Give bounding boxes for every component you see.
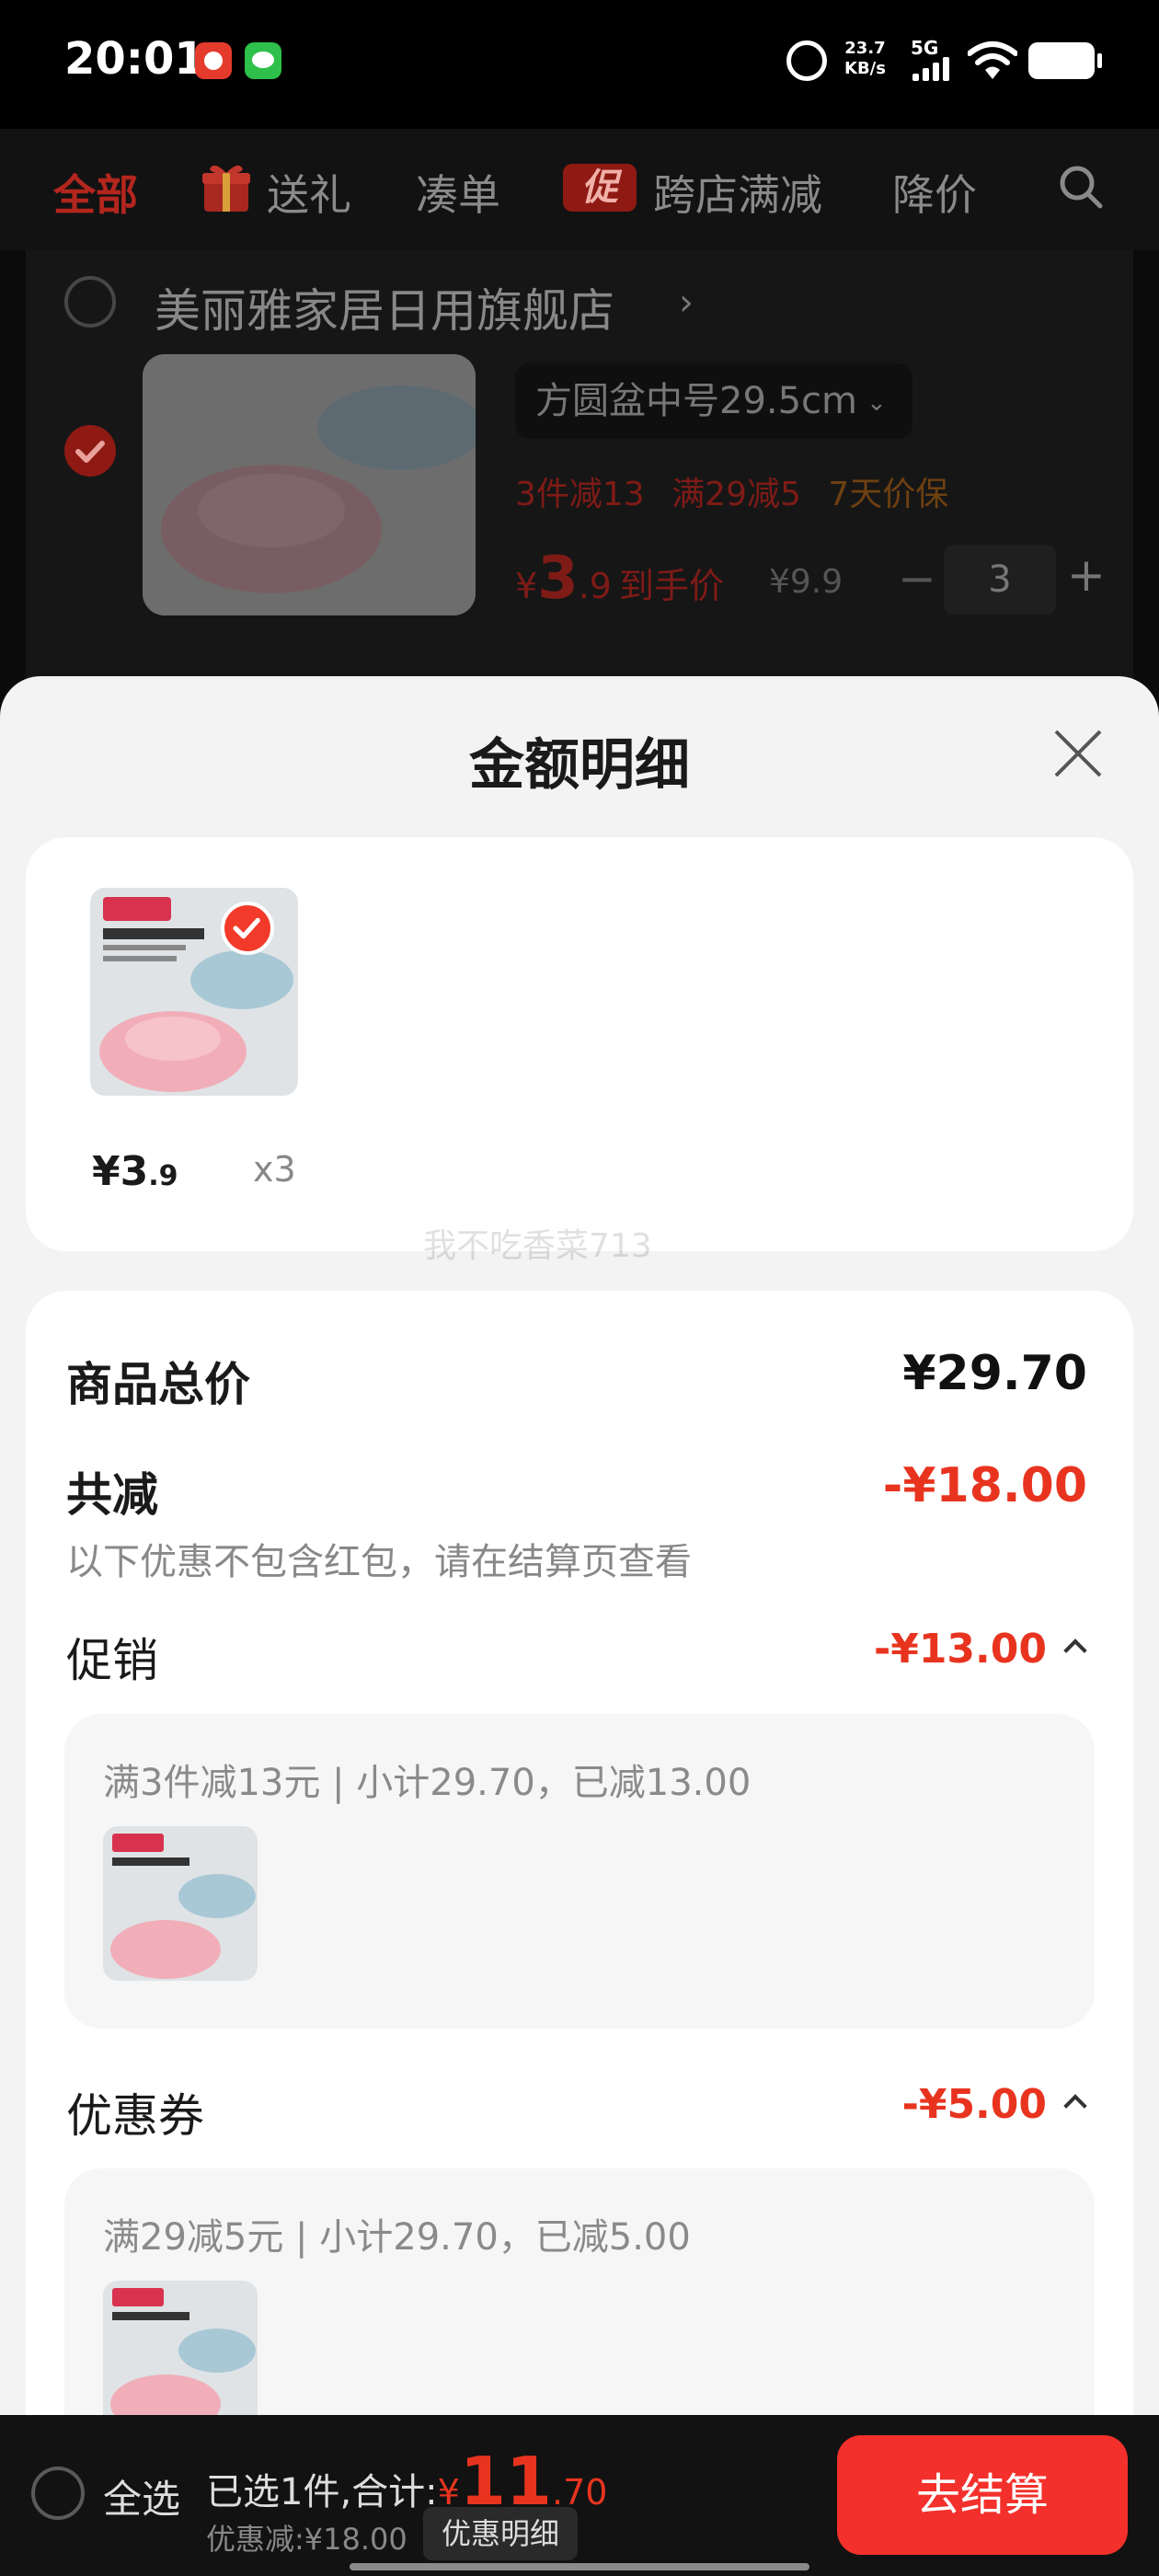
watermark: 我不吃香菜713	[423, 1227, 652, 1265]
sheet-title: 金额明细	[469, 733, 690, 798]
net-speed-value: 23.7	[844, 39, 886, 58]
select-all-radio[interactable]	[31, 2467, 85, 2520]
item-unit-price: ¥3.9	[92, 1148, 178, 1195]
tag-price-protect: 7天价保	[828, 476, 949, 513]
total-reduction-label: 共减	[66, 1468, 158, 1522]
original-price: ¥9.9	[769, 563, 843, 601]
amount-detail-sheet: 金额明细 ¥3.9 x3 我不吃香菜713 商品总价 ¥29.70 共减 -¥1…	[0, 676, 1159, 2424]
gift-icon	[202, 165, 250, 212]
item-price-dec: .9	[148, 1160, 178, 1192]
tab-bundle[interactable]: 凑单	[416, 162, 500, 223]
selected-check-icon	[221, 902, 274, 955]
total-reduction-value: -¥18.00	[882, 1458, 1087, 1513]
coupon-detail-text: 满29减5元 | 小计29.70，已减5.00	[103, 2216, 691, 2259]
select-all-label[interactable]: 全选	[103, 2468, 180, 2524]
variant-label: 方圆盆中号29.5cm	[535, 380, 858, 422]
coupon-label: 优惠券	[66, 2089, 204, 2143]
promo-detail-box: 满3件减13元 | 小计29.70，已减13.00	[64, 1714, 1095, 2029]
search-icon[interactable]	[1058, 164, 1104, 210]
battery-icon	[1028, 42, 1102, 79]
tab-all[interactable]: 全部	[53, 162, 138, 223]
store-select-radio[interactable]	[64, 276, 116, 328]
tab-cross-store-discount[interactable]: 跨店满减	[653, 162, 822, 223]
signal-icon	[912, 57, 949, 81]
coupon-detail-box: 满29减5元 | 小计29.70，已减5.00	[64, 2168, 1095, 2424]
tab-price-drop[interactable]: 降价	[892, 162, 977, 223]
filter-tabs: 全部 送礼 凑单 促 跨店满减 降价	[0, 129, 1159, 250]
price-label: 到手价	[618, 566, 724, 606]
coupon-value: -¥5.00	[901, 2081, 1047, 2128]
net-speed: 23.7 KB/s	[844, 39, 886, 79]
promo-value: -¥13.00	[873, 1626, 1047, 1673]
close-icon[interactable]	[1049, 724, 1107, 783]
tag-full-reduction: 满29减5	[671, 476, 801, 513]
item-price-int: ¥3	[92, 1148, 149, 1195]
tab-gift[interactable]: 送礼	[267, 162, 351, 223]
goods-total-value: ¥29.70	[902, 1346, 1087, 1401]
status-bar: 20:01 23.7 KB/s 5G	[0, 0, 1159, 129]
coupon-item-thumbnail	[103, 2281, 258, 2424]
alarm-icon	[786, 40, 827, 81]
selected-count-label: 已选1件,合计:	[206, 2471, 438, 2513]
quantity-input[interactable]: 3	[944, 545, 1056, 615]
discount-summary: 优惠减:¥18.00	[206, 2522, 407, 2557]
variant-selector[interactable]: 方圆盆中号29.5cm ⌄	[515, 363, 912, 439]
product-image[interactable]	[143, 354, 476, 615]
wifi-icon	[968, 41, 1017, 79]
promo-label: 促销	[66, 1634, 158, 1687]
app-notification-icon	[195, 42, 232, 79]
discount-detail-button[interactable]: 优惠明细	[423, 2507, 579, 2560]
goods-total-label: 商品总价	[66, 1358, 250, 1411]
chevron-right-icon: ›	[679, 282, 694, 324]
chevron-down-icon: ⌄	[866, 389, 887, 417]
item-final-price: ¥3.9 到手价	[515, 545, 724, 613]
quantity-plus-button[interactable]: +	[1067, 548, 1106, 602]
item-checked-icon[interactable]	[64, 425, 116, 477]
chevron-up-icon	[1063, 1639, 1087, 1662]
checkout-button[interactable]: 去结算	[837, 2435, 1128, 2555]
currency-symbol: ¥	[515, 566, 538, 606]
promo-tags: 3件减13 满29减5 7天价保	[515, 467, 948, 515]
reduction-note: 以下优惠不包含红包，请在结算页查看	[66, 1541, 692, 1583]
status-time: 20:01	[64, 33, 205, 85]
promo-badge: 促	[563, 164, 637, 212]
promo-detail-text: 满3件减13元 | 小计29.70，已减13.00	[103, 1762, 752, 1804]
checkout-bar: 全选 已选1件,合计:¥11.70 优惠减:¥18.00 优惠明细 去结算	[0, 2415, 1159, 2576]
quantity-minus-button[interactable]: −	[898, 552, 936, 605]
net-speed-unit: KB/s	[844, 59, 886, 78]
promo-item-thumbnail	[103, 1826, 258, 1981]
promo-value-row[interactable]: -¥13.00	[873, 1626, 1087, 1673]
price-dec: .9	[578, 566, 612, 606]
item-quantity: x3	[253, 1149, 296, 1190]
tag-multi-buy: 3件减13	[515, 476, 645, 513]
price-int: 3	[537, 545, 579, 613]
store-name[interactable]: 美丽雅家居日用旗舰店	[155, 274, 614, 340]
wechat-icon	[245, 42, 281, 79]
chevron-up-icon	[1063, 2094, 1087, 2118]
coupon-value-row[interactable]: -¥5.00	[901, 2081, 1087, 2128]
home-indicator[interactable]	[350, 2563, 809, 2570]
network-type: 5G	[911, 37, 939, 59]
